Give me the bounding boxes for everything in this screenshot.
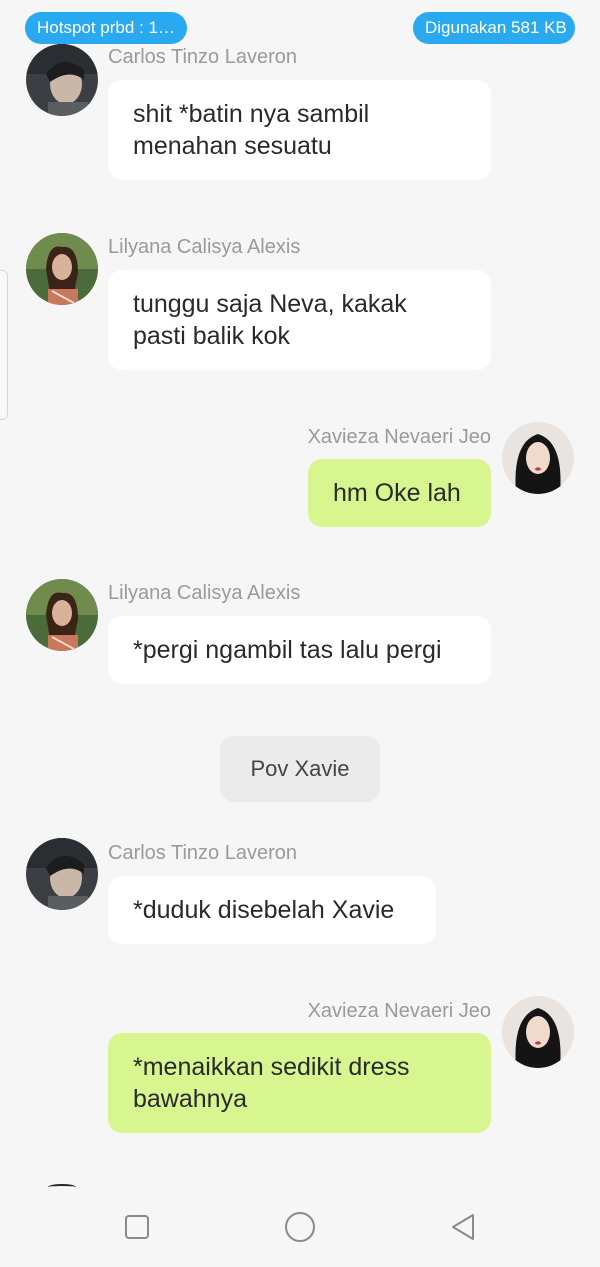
recent-apps-button[interactable]: [120, 1210, 154, 1244]
circle-icon: [285, 1212, 315, 1242]
avatar-xavieza[interactable]: [502, 996, 574, 1068]
avatar-carlos[interactable]: [26, 838, 98, 910]
triangle-back-icon: [452, 1214, 474, 1240]
avatar-carlos-image: [26, 44, 98, 116]
data-usage-pill: Digunakan 581 KB: [413, 12, 575, 44]
avatar-lilyana[interactable]: [26, 579, 98, 651]
sender-name: Lilyana Calisya Alexis: [108, 236, 301, 258]
avatar-carlos-image: [26, 838, 98, 910]
message-bubble[interactable]: *pergi ngambil tas lalu pergi: [108, 616, 491, 684]
sender-name: Carlos Tinzo Laveron: [108, 46, 297, 68]
message-bubble[interactable]: *duduk disebelah Xavie: [108, 876, 436, 944]
avatar-lilyana[interactable]: [26, 233, 98, 305]
sender-name: Xavieza Nevaeri Jeo: [307, 426, 491, 448]
sender-name: Xavieza Nevaeri Jeo: [307, 1000, 491, 1022]
narration-chip[interactable]: Pov Xavie: [220, 736, 380, 802]
message-bubble[interactable]: *menaikkan sedikit dress bawahnya: [108, 1033, 491, 1133]
sender-name: Lilyana Calisya Alexis: [108, 582, 301, 604]
sender-name: Carlos Tinzo Laveron: [108, 842, 297, 864]
avatar-xavieza[interactable]: [502, 422, 574, 494]
navigation-bar: [0, 1188, 600, 1267]
avatar-xavieza-image: [502, 996, 574, 1068]
square-icon: [125, 1215, 149, 1239]
avatar-xavieza-image: [502, 422, 574, 494]
avatar-lilyana-image: [26, 233, 98, 305]
hotspot-status-pill: Hotspot prbd : 1 ...: [25, 12, 187, 44]
message-bubble[interactable]: hm Oke lah: [308, 459, 491, 527]
avatar-lilyana-image: [26, 579, 98, 651]
avatar-carlos[interactable]: [26, 44, 98, 116]
message-bubble[interactable]: tunggu saja Neva, kakak pasti balik kok: [108, 270, 491, 370]
back-button[interactable]: [446, 1210, 480, 1244]
side-panel-handle[interactable]: [0, 270, 8, 420]
home-button[interactable]: [283, 1210, 317, 1244]
message-bubble[interactable]: shit *batin nya sambil menahan sesuatu: [108, 80, 491, 180]
